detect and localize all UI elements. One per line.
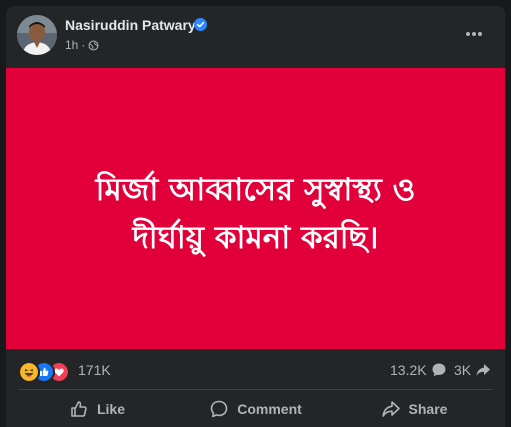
thumbs-up-icon [71, 400, 87, 417]
comment-icon [210, 400, 228, 417]
more-horizontal-icon [466, 32, 482, 36]
haha-reaction-icon [18, 361, 40, 383]
reactions-summary: 171K 13.2K 3K [6, 349, 505, 389]
more-options-button[interactable] [458, 22, 490, 46]
comment-bubble-icon [432, 363, 446, 377]
share-button[interactable]: Share [335, 390, 493, 427]
share-label: Share [408, 400, 448, 417]
comment-count-value: 13.2K [390, 362, 427, 378]
avatar-photo [17, 15, 57, 55]
post-image[interactable]: মির্জা আব্বাসের সুস্বাস্থ্য ও দীর্ঘায়ু … [6, 68, 505, 349]
author-avatar[interactable] [17, 15, 57, 55]
share-icon [381, 400, 400, 417]
like-label: Like [96, 400, 125, 417]
share-count-value: 3K [454, 362, 472, 378]
meta-separator: · [81, 38, 86, 52]
share-count[interactable]: 3K [454, 362, 491, 378]
post-card: Nasiruddin Patwary 1h · মির্জা আব্বাসের … [6, 6, 505, 427]
share-arrow-icon [476, 364, 491, 376]
reaction-icons[interactable] [18, 361, 78, 383]
post-header: Nasiruddin Patwary 1h · [6, 6, 505, 68]
reaction-count[interactable]: 171K [78, 362, 111, 378]
author-name[interactable]: Nasiruddin Patwary [65, 17, 196, 33]
comment-button[interactable]: Comment [176, 390, 335, 427]
like-button[interactable]: Like [18, 390, 176, 427]
verified-badge-icon [194, 18, 207, 31]
post-image-text: মির্জা আব্বাসের সুস্বাস্থ্য ও দীর্ঘায়ু … [95, 172, 416, 256]
post-meta: 1h · [65, 38, 99, 52]
comment-count[interactable]: 13.2K [390, 362, 447, 378]
comment-label: Comment [237, 400, 302, 417]
post-timestamp[interactable]: 1h [65, 38, 78, 52]
globe-icon[interactable] [88, 40, 99, 51]
post-actions: Like Comment Share [6, 390, 505, 427]
